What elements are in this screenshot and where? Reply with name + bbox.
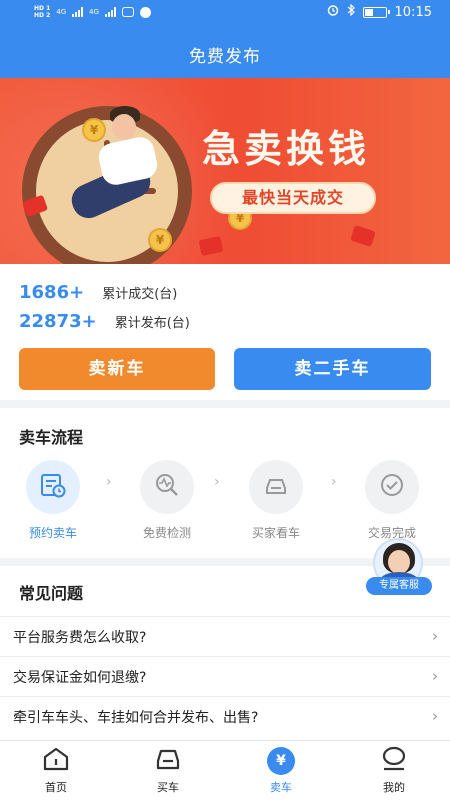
tab-label: 我的 — [383, 781, 405, 794]
stat-value: 22873+ — [19, 311, 97, 332]
faq-question: 平台服务费怎么收取? — [13, 630, 147, 646]
sell-car-page: HD 1 HD 2 4G 4G 10:15 免费发布 ¥ ¥ ¥ 急卖换钱 最快… — [0, 0, 450, 800]
tab-label: 首页 — [45, 781, 67, 794]
sell-process-section: 卖车流程 预约卖车 › 免费检测 › 买家看车 › 交易完成 — [0, 408, 450, 558]
tab-buy-car[interactable]: 买车 — [128, 747, 208, 795]
tab-label: 卖车 — [270, 781, 292, 794]
step-label: 免费检测 — [142, 526, 191, 540]
step-circle — [26, 460, 80, 514]
faq-question: 牵引车车头、车挂如何合并发布、出售? — [13, 710, 259, 726]
promo-banner[interactable]: ¥ ¥ ¥ 急卖换钱 最快当天成交 — [0, 78, 450, 264]
tab-icon-wrap — [41, 747, 71, 775]
banner-subtitle: 最快当天成交 — [210, 182, 376, 214]
faq-item[interactable]: 牵引车车头、车挂如何合并发布、出售? › — [0, 696, 450, 736]
stats-section: 1686+ 累计成交(台) 22873+ 累计发布(台) 卖新车 卖二手车 — [0, 264, 450, 400]
clock-time: 10:15 — [394, 4, 432, 20]
stat-published: 22873+ 累计发布(台) — [19, 311, 190, 332]
status-left: HD 1 HD 2 4G 4G — [34, 5, 152, 19]
car-icon — [154, 746, 182, 776]
coin-icon: ¥ — [82, 118, 106, 142]
stat-label: 累计成交(台) — [102, 287, 178, 302]
tab-profile[interactable]: 我的 — [354, 746, 434, 795]
sell-used-car-button[interactable]: 卖二手车 — [234, 348, 431, 390]
step-circle — [365, 460, 419, 514]
tab-icon-wrap — [153, 747, 183, 775]
stat-deals: 1686+ 累计成交(台) — [19, 282, 177, 303]
chevron-right-icon: › — [432, 707, 438, 725]
bottom-tab-bar: 首页 买车 ¥ 卖车 我的 — [0, 740, 450, 800]
chevron-right-icon: › — [432, 627, 438, 645]
step-inspection[interactable]: 免费检测 — [127, 460, 207, 541]
faq-title: 常见问题 — [19, 584, 84, 603]
bluetooth-icon — [347, 3, 355, 20]
sim2-label: HD 2 — [34, 12, 51, 19]
chevron-right-icon: › — [106, 474, 112, 490]
customer-service-label: 专属客服 — [366, 577, 432, 595]
chevron-right-icon: › — [214, 474, 220, 490]
step-complete[interactable]: 交易完成 — [352, 460, 432, 541]
sim1-label: HD 1 — [34, 5, 51, 12]
banner-headline: 急卖换钱 — [202, 127, 371, 171]
page-title: 免费发布 — [189, 47, 261, 67]
tab-icon-wrap — [379, 746, 409, 776]
home-icon — [42, 746, 70, 776]
check-circle-icon — [378, 471, 406, 503]
tab-sell-car[interactable]: ¥ 卖车 — [241, 747, 321, 795]
step-circle — [249, 460, 303, 514]
network-type-2: 4G — [89, 8, 100, 16]
app-header: HD 1 HD 2 4G 4G 10:15 免费发布 — [0, 0, 450, 78]
profile-icon — [380, 746, 408, 776]
app-notification-icon — [122, 7, 135, 17]
sell-new-car-button[interactable]: 卖新车 — [19, 348, 215, 390]
network-type: 4G — [56, 8, 67, 16]
yen-icon: ¥ — [267, 747, 295, 775]
sim-labels: HD 1 HD 2 — [34, 5, 50, 19]
faq-question: 交易保证金如何退缴? — [13, 670, 147, 686]
process-title: 卖车流程 — [19, 428, 84, 447]
step-label: 买家看车 — [251, 526, 300, 540]
battery-icon — [362, 6, 390, 18]
status-bar: HD 1 HD 2 4G 4G 10:15 — [0, 0, 450, 28]
calendar-clock-icon — [39, 471, 67, 503]
coin-icon: ¥ — [148, 228, 172, 252]
car-icon — [262, 471, 290, 503]
chevron-right-icon: › — [331, 474, 337, 490]
step-viewing[interactable]: 买家看车 — [236, 460, 316, 541]
signal-icon-2 — [105, 7, 117, 17]
alarm-icon — [327, 4, 339, 20]
step-book[interactable]: 预约卖车 — [13, 460, 93, 541]
step-circle — [140, 460, 194, 514]
status-right: 10:15 — [327, 3, 432, 20]
tab-label: 买车 — [157, 781, 179, 794]
step-label: 预约卖车 — [28, 526, 77, 540]
tab-home[interactable]: 首页 — [16, 747, 96, 795]
person-head-illustration — [112, 114, 136, 140]
stat-label: 累计发布(台) — [114, 316, 190, 331]
inspection-icon — [153, 471, 181, 503]
avatar-face — [388, 550, 410, 574]
stat-value: 1686+ — [19, 282, 85, 303]
faq-item[interactable]: 平台服务费怎么收取? › — [0, 616, 450, 656]
tab-icon-wrap: ¥ — [266, 747, 296, 775]
red-envelope-icon — [350, 224, 376, 248]
customer-service-button[interactable]: 专属客服 — [366, 538, 432, 596]
chevron-right-icon: › — [432, 667, 438, 685]
faq-item[interactable]: 交易保证金如何退缴? › — [0, 656, 450, 696]
signal-icon — [72, 7, 84, 17]
location-icon — [140, 6, 152, 18]
